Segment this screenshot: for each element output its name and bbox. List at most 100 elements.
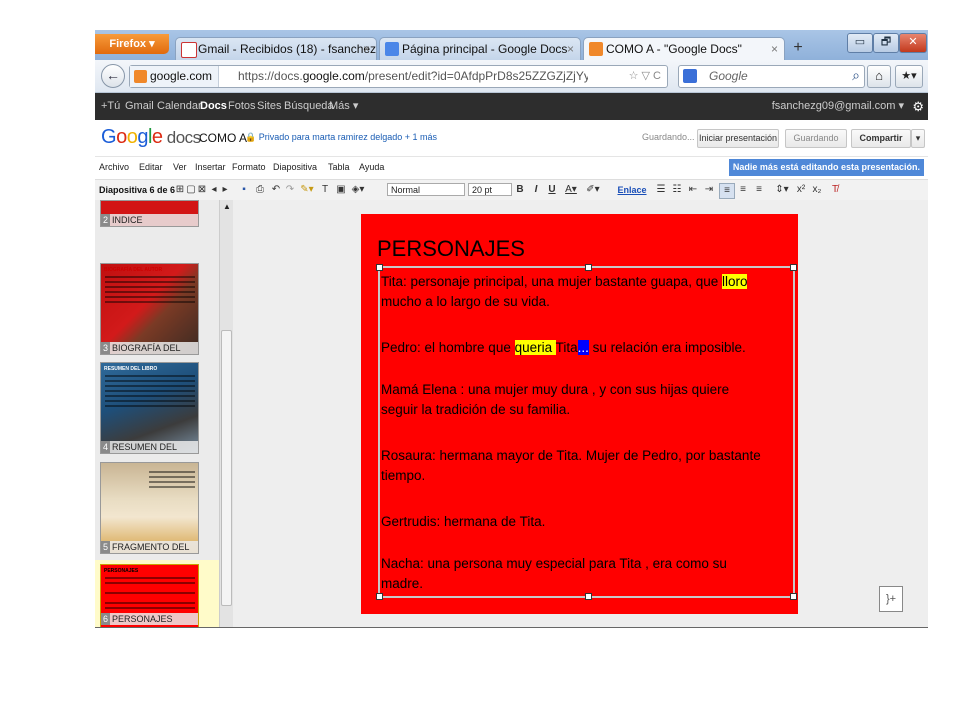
gbar-link-gmail[interactable]: Gmail: [125, 93, 154, 120]
slide-thumbnail-5[interactable]: 5 FRAGMENTO DEL: [100, 462, 199, 554]
fill-color-icon[interactable]: ◈▾: [350, 183, 366, 197]
image-icon[interactable]: ▣: [335, 183, 347, 197]
paragraph-nacha[interactable]: Nacha: una persona muy especial para Tit…: [381, 554, 793, 594]
print-icon[interactable]: ⎙: [254, 183, 266, 197]
next-slide-icon[interactable]: ▸: [220, 183, 230, 197]
tab-como-a[interactable]: COMO A - "Google Docs" ×: [583, 37, 785, 60]
slide-thumbnail-2[interactable]: 2 INDICE: [100, 200, 199, 227]
paragraph-pedro[interactable]: Pedro: el hombre que queria Tita... su r…: [381, 338, 793, 358]
align-left-icon[interactable]: ≡: [719, 183, 735, 199]
bold-button[interactable]: B: [515, 183, 525, 197]
firefox-menu-button[interactable]: Firefox ▾: [95, 34, 169, 54]
slide-title[interactable]: PERSONAJES: [377, 236, 525, 262]
resize-handle[interactable]: [585, 593, 592, 600]
maximize-button[interactable]: 🗗: [873, 33, 899, 53]
redo-icon[interactable]: ↷: [284, 183, 296, 197]
thumbnail-scrollbar[interactable]: ▲ ▼: [219, 200, 234, 628]
bulleted-list-icon[interactable]: ☷: [671, 183, 683, 197]
speaker-notes-button[interactable]: }+: [879, 586, 903, 612]
slide-thumbnail-6[interactable]: PERSONAJES 6 PERSONAJES: [100, 564, 199, 628]
share-button[interactable]: Compartir: [851, 129, 911, 148]
underline-button[interactable]: U: [547, 183, 557, 197]
add-slide-icon[interactable]: ⊞: [175, 183, 185, 197]
menu-ver[interactable]: Ver: [173, 157, 187, 178]
link-button[interactable]: Enlace: [617, 183, 647, 197]
minimize-button[interactable]: ▭: [847, 33, 873, 53]
back-button[interactable]: ←: [101, 64, 125, 88]
style-select[interactable]: Normal: [387, 183, 465, 196]
menu-diapositiva[interactable]: Diapositiva: [273, 157, 317, 178]
url-bar-icons[interactable]: ☆ ▽ C: [629, 66, 661, 87]
saving-button[interactable]: Guardando: [785, 129, 847, 148]
bookmarks-button[interactable]: ★▾: [895, 65, 923, 88]
resize-handle[interactable]: [790, 593, 797, 600]
subscript-icon[interactable]: x₂: [811, 183, 823, 197]
close-tab-icon[interactable]: ×: [771, 38, 778, 60]
url-bar[interactable]: google.com https://docs.google.com/prese…: [129, 65, 668, 88]
numbered-list-icon[interactable]: ☰: [655, 183, 667, 197]
search-icon[interactable]: ⌕: [852, 67, 860, 84]
text-color-icon[interactable]: A▾: [563, 183, 579, 197]
close-window-button[interactable]: ✕: [899, 33, 927, 53]
previous-slide-icon[interactable]: ◂: [209, 183, 219, 197]
close-tab-icon[interactable]: ×: [363, 38, 370, 60]
share-dropdown-button[interactable]: ▾: [911, 129, 925, 148]
highlight-color-icon[interactable]: ✐▾: [585, 183, 601, 197]
gbar-link-busqueda[interactable]: Búsqueda: [284, 93, 334, 120]
paragraph-mama-elena[interactable]: Mamá Elena : una mujer muy dura , y con …: [381, 380, 793, 420]
scroll-up-icon[interactable]: ▲: [223, 202, 231, 211]
gbar-link-calendar[interactable]: Calendar: [157, 93, 202, 120]
search-box[interactable]: Google ⌕: [678, 65, 865, 88]
account-email[interactable]: fsanchezg09@gmail.com ▾: [772, 93, 904, 120]
paint-format-icon[interactable]: ✎▾: [299, 183, 315, 197]
duplicate-slide-icon[interactable]: ▢: [186, 183, 196, 197]
align-center-icon[interactable]: ≡: [737, 183, 749, 197]
slide-editor[interactable]: PERSONAJES Tita: personaje principal, un…: [361, 214, 798, 614]
decrease-indent-icon[interactable]: ⇤: [687, 183, 699, 197]
gbar-link-mas[interactable]: Más ▾: [329, 93, 358, 120]
start-presentation-button[interactable]: Iniciar presentación: [697, 129, 779, 148]
superscript-icon[interactable]: x²: [795, 183, 807, 197]
url-text[interactable]: https://docs.google.com/present/edit?id=…: [238, 66, 588, 87]
save-icon[interactable]: ▪: [238, 183, 250, 197]
document-title[interactable]: COMO A: [199, 131, 247, 145]
new-tab-button[interactable]: +: [787, 39, 809, 59]
increase-indent-icon[interactable]: ⇥: [703, 183, 715, 197]
resize-handle[interactable]: [585, 264, 592, 271]
font-size-select[interactable]: 20 pt: [468, 183, 512, 196]
site-identity-badge[interactable]: google.com: [130, 66, 220, 87]
align-right-icon[interactable]: ≡: [753, 183, 765, 197]
resize-handle[interactable]: [790, 264, 797, 271]
text-box-frame[interactable]: [376, 264, 797, 600]
home-button[interactable]: ⌂: [867, 65, 891, 88]
tab-gmail[interactable]: Gmail - Recibidos (18) - fsanchezg09... …: [175, 37, 377, 60]
paragraph-tita[interactable]: Tita: personaje principal, una mujer bas…: [381, 272, 793, 312]
gbar-link-sites[interactable]: Sites: [257, 93, 281, 120]
delete-slide-icon[interactable]: ⊠: [197, 183, 207, 197]
menu-tabla[interactable]: Tabla: [328, 157, 350, 178]
resize-handle[interactable]: [376, 264, 383, 271]
gbar-link-fotos[interactable]: Fotos: [228, 93, 256, 120]
line-spacing-icon[interactable]: ⇕▾: [773, 183, 791, 197]
slide-thumbnail-4[interactable]: RESUMEN DEL LIBRO 4 RESUMEN DEL: [100, 362, 199, 454]
menu-editar[interactable]: Editar: [139, 157, 163, 178]
gbar-link-tu[interactable]: +Tú: [101, 93, 120, 120]
menu-ayuda[interactable]: Ayuda: [359, 157, 384, 178]
slide-thumbnail-3[interactable]: BIOGRAFÍA DEL AUTOR 3 BIOGRAFÍA DEL: [100, 263, 199, 355]
clear-formatting-icon[interactable]: T̸: [829, 183, 841, 197]
italic-button[interactable]: I: [531, 183, 541, 197]
paragraph-rosaura[interactable]: Rosaura: hermana mayor de Tita. Mujer de…: [381, 446, 793, 486]
paragraph-gertrudis[interactable]: Gertrudis: hermana de Tita.: [381, 512, 793, 532]
undo-icon[interactable]: ↶: [270, 183, 282, 197]
menu-archivo[interactable]: Archivo: [99, 157, 129, 178]
menu-insertar[interactable]: Insertar: [195, 157, 226, 178]
tab-docs-home[interactable]: Página principal - Google Docs ×: [379, 37, 581, 60]
google-search-engine-icon[interactable]: [683, 69, 697, 83]
resize-handle[interactable]: [376, 593, 383, 600]
privacy-status[interactable]: 🔒 Privado para marta ramirez delgado + 1…: [245, 132, 437, 143]
google-docs-logo[interactable]: Google docs: [101, 125, 201, 150]
menu-formato[interactable]: Formato: [232, 157, 266, 178]
scrollbar-thumb[interactable]: [221, 330, 232, 606]
text-box-icon[interactable]: T: [319, 183, 331, 197]
gbar-link-docs[interactable]: Docs: [200, 93, 227, 120]
